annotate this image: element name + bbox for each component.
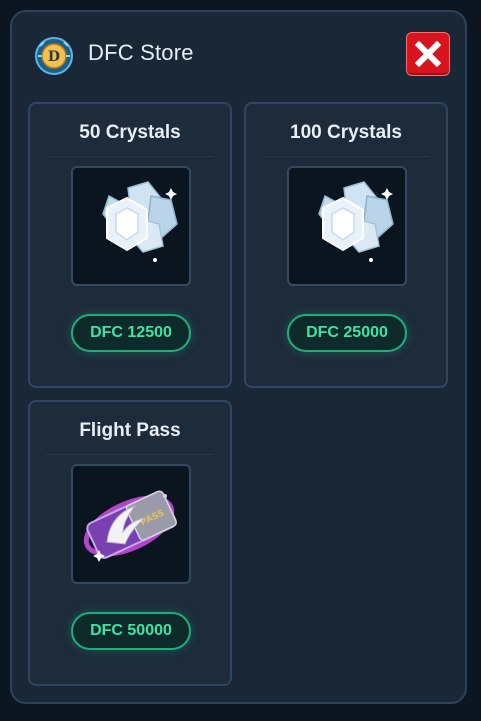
store-item-100-crystals[interactable]: 100 Crystals DFC 25000 <box>244 102 448 388</box>
price-button[interactable]: DFC 25000 <box>287 314 407 352</box>
item-thumbnail <box>71 166 191 286</box>
store-panel: D DFC Store 50 Crystals DFC 12500 100 Cr… <box>10 10 467 704</box>
flight-pass-icon: PASS <box>83 490 177 562</box>
close-icon <box>415 41 441 67</box>
item-title: 50 Crystals <box>79 122 181 143</box>
page-title: DFC Store <box>88 40 194 65</box>
close-button[interactable] <box>406 32 450 76</box>
divider <box>46 156 214 157</box>
dfc-coin-logo-icon: D <box>35 37 73 75</box>
store-item-50-crystals[interactable]: 50 Crystals DFC 12500 <box>28 102 232 388</box>
item-thumbnail: PASS <box>71 464 191 584</box>
svg-text:D: D <box>48 49 60 65</box>
item-title: Flight Pass <box>79 420 181 441</box>
divider <box>262 156 430 157</box>
item-title: 100 Crystals <box>290 122 402 143</box>
crystal-icon <box>318 181 394 262</box>
crystal-icon <box>102 181 178 262</box>
store-header: D DFC Store <box>12 12 465 98</box>
price-button[interactable]: DFC 12500 <box>71 314 191 352</box>
store-item-flight-pass[interactable]: Flight Pass PASS DFC 50000 <box>28 400 232 686</box>
price-button[interactable]: DFC 50000 <box>71 612 191 650</box>
item-thumbnail <box>287 166 407 286</box>
divider <box>46 454 214 455</box>
